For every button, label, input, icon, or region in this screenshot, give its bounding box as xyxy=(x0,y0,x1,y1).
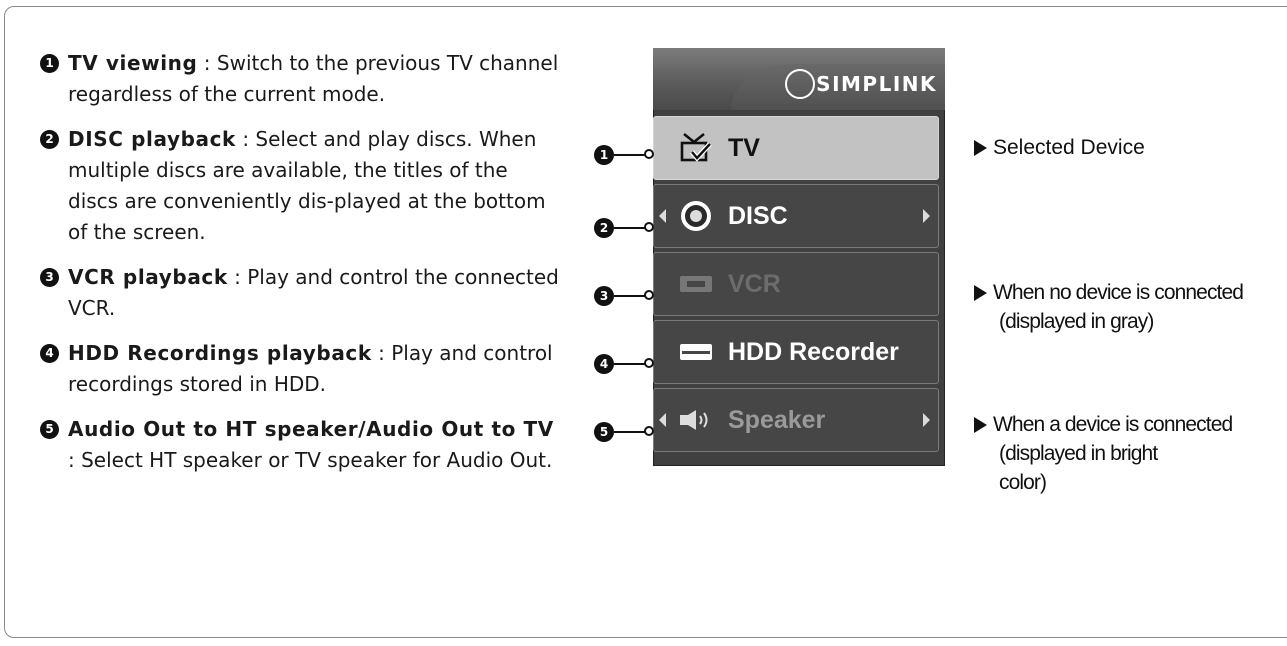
feature-title: VCR playback xyxy=(68,265,228,289)
feature-hdd-playback: 4 HDD Recordings playback : Play and con… xyxy=(40,338,560,400)
feature-title: TV viewing xyxy=(68,51,198,75)
note-device-connected: When a device is connected (displayed in… xyxy=(974,410,1274,497)
hdd-recorder-icon xyxy=(674,342,718,362)
feature-list: 1 TV viewing : Switch to the previous TV… xyxy=(40,48,560,490)
simplink-menu: SIMPLINK TV DISC VCR HDD Recorder Speake… xyxy=(653,48,945,466)
note-text: When a device is connected xyxy=(993,413,1233,436)
menu-item-label: TV xyxy=(728,133,760,162)
callout-number: 5 xyxy=(594,422,614,442)
vcr-icon xyxy=(674,274,718,294)
callout-number: 2 xyxy=(594,218,614,238)
menu-item-vcr[interactable]: VCR xyxy=(653,252,939,316)
callout-marker: 4 xyxy=(594,354,658,376)
feature-title: DISC playback xyxy=(68,127,236,151)
feature-vcr-playback: 3 VCR playback : Play and control the co… xyxy=(40,262,560,324)
tv-check-icon xyxy=(674,132,718,164)
feature-audio-out: 5 Audio Out to HT speaker/Audio Out to T… xyxy=(40,414,560,476)
feature-description: : Select HT speaker or TV speaker for Au… xyxy=(68,448,553,472)
menu-item-label: VCR xyxy=(728,269,781,298)
menu-item-disc[interactable]: DISC xyxy=(653,184,939,248)
note-text: Selected Device xyxy=(993,136,1145,159)
number-badge: 5 xyxy=(40,420,59,439)
number-badge: 1 xyxy=(40,54,59,73)
note-text: When no device is connected xyxy=(993,281,1244,304)
callout-marker: 1 xyxy=(594,145,658,167)
menu-item-speaker[interactable]: Speaker xyxy=(653,388,939,452)
triangle-bullet-icon xyxy=(974,140,987,156)
arrow-right-icon[interactable] xyxy=(923,209,930,223)
callout-number: 1 xyxy=(594,145,614,165)
arrow-right-icon[interactable] xyxy=(923,413,930,427)
feature-tv-viewing: 1 TV viewing : Switch to the previous TV… xyxy=(40,48,560,110)
number-badge: 4 xyxy=(40,344,59,363)
simplink-logo: SIMPLINK xyxy=(816,72,937,96)
number-badge: 2 xyxy=(40,130,59,149)
simplink-logo-ring xyxy=(785,69,815,99)
triangle-bullet-icon xyxy=(974,285,987,301)
arrow-left-icon[interactable] xyxy=(659,209,666,223)
disc-icon xyxy=(674,199,718,233)
menu-item-label: DISC xyxy=(728,201,788,230)
menu-item-label: Speaker xyxy=(728,405,826,434)
number-badge: 3 xyxy=(40,268,59,287)
note-subtext: (displayed in bright color) xyxy=(999,442,1158,494)
note-subtext: (displayed in gray) xyxy=(999,310,1154,333)
callout-marker: 3 xyxy=(594,286,658,308)
speaker-icon xyxy=(674,407,718,433)
menu-item-tv[interactable]: TV xyxy=(653,116,939,180)
arrow-left-icon[interactable] xyxy=(659,413,666,427)
triangle-bullet-icon xyxy=(974,417,987,433)
feature-title: Audio Out to HT speaker/Audio Out to TV xyxy=(68,417,554,441)
callout-marker: 5 xyxy=(594,422,658,444)
menu-item-label: HDD Recorder xyxy=(728,337,899,366)
note-selected-device: Selected Device xyxy=(974,133,1145,162)
menu-header: SIMPLINK xyxy=(653,48,945,110)
feature-title: HDD Recordings playback xyxy=(68,341,372,365)
callout-marker: 2 xyxy=(594,218,658,240)
menu-item-hdd-recorder[interactable]: HDD Recorder xyxy=(653,320,939,384)
note-no-device: When no device is connected (displayed i… xyxy=(974,278,1244,336)
callout-number: 4 xyxy=(594,354,614,374)
feature-disc-playback: 2 DISC playback : Select and play discs.… xyxy=(40,124,560,248)
callout-number: 3 xyxy=(594,286,614,306)
